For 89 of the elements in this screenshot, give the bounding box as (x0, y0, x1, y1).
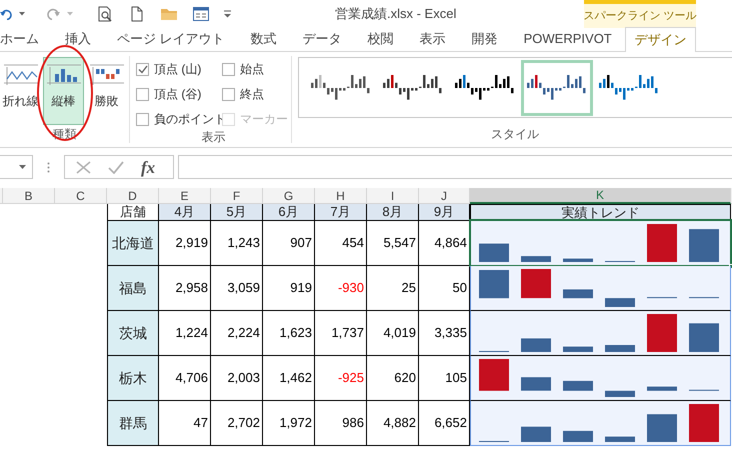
sparkline-thumbnail-drawing (311, 74, 371, 102)
sparkline-thumbnail-drawing (383, 74, 443, 102)
table-cell: 3,059 (211, 266, 263, 311)
table-header-cell: 7月 (315, 204, 367, 221)
checkbox[interactable] (222, 88, 235, 100)
win-loss-icon (90, 62, 124, 86)
redo-icon (44, 8, 60, 20)
table-cell: 2,702 (211, 401, 263, 446)
ribbon-tab[interactable]: ページ レイアウト (104, 27, 238, 51)
form-icon[interactable] (193, 7, 209, 21)
table-cell: 4,019 (367, 311, 419, 356)
sparkline-type-button[interactable]: 縦棒 (43, 57, 84, 125)
ribbon-tab[interactable]: 挿入 (52, 27, 104, 51)
sparkline-style[interactable] (521, 60, 593, 116)
store-cell: 茨城 (107, 311, 159, 356)
table-cell: 919 (263, 266, 315, 311)
sparkline-thumbnail-drawing (599, 74, 659, 102)
ribbon-tab[interactable]: 表示 (406, 27, 459, 51)
group-label: 表示 (202, 129, 226, 146)
sparkline-type-button[interactable]: 勝敗 (86, 57, 127, 125)
table-header-cell: 店舗 (107, 204, 159, 221)
table-cell: -925 (315, 356, 367, 401)
column-header[interactable]: C (55, 188, 107, 204)
table-cell: 986 (315, 401, 367, 446)
checkbox-label: 終点 (240, 86, 264, 103)
table-cell: 2,958 (159, 266, 211, 311)
checkbox[interactable] (136, 112, 149, 126)
window-title: 営業成績.xlsx - Excel (335, 5, 456, 24)
table-header-cell: 5月 (211, 204, 263, 221)
drag-handle-icon[interactable] (47, 162, 50, 172)
table-cell: 620 (367, 356, 419, 401)
undo-icon[interactable] (0, 8, 12, 20)
checkbox-label: 始点 (240, 61, 264, 78)
store-cell: 栃木 (107, 356, 159, 401)
table-cell: 4,706 (159, 356, 211, 401)
checkbox-label: 頂点 (谷) (154, 86, 202, 103)
table-cell: 1,243 (211, 221, 263, 266)
checkbox-label: 頂点 (山) (154, 61, 202, 78)
checkbox[interactable] (136, 62, 149, 76)
table-cell: 1,737 (315, 311, 367, 356)
context-tab-label: スパークライン ツール (584, 0, 696, 28)
table-cell: 907 (263, 221, 315, 266)
ribbon-tab[interactable]: 数式 (238, 27, 290, 51)
store-cell: 福島 (107, 266, 159, 311)
checkbox[interactable] (222, 62, 235, 76)
insert-function-button[interactable]: fx (141, 158, 156, 176)
table-cell: 2,003 (211, 356, 263, 401)
ribbon-tab[interactable]: デザイン (624, 27, 696, 52)
formula-input[interactable] (178, 155, 732, 179)
group-label: スタイル (491, 126, 539, 143)
table-cell: 4,882 (367, 401, 419, 446)
ribbon-tab[interactable]: データ (290, 27, 355, 51)
caret-icon[interactable] (19, 12, 25, 16)
checkbox[interactable] (136, 88, 149, 100)
ribbon-tab[interactable]: 開発 (458, 27, 511, 51)
ribbon-tab[interactable]: 校閲 (354, 27, 407, 51)
table-cell: 5,547 (367, 221, 419, 266)
store-cell: 北海道 (107, 221, 159, 266)
column-header[interactable]: K (470, 188, 731, 204)
table-header-cell: 6月 (263, 204, 315, 221)
dropdown-caret-icon (19, 165, 26, 169)
checkbox-label: マーカー (240, 111, 288, 128)
customize-caret-icon[interactable] (224, 10, 231, 18)
caret-icon (67, 12, 73, 16)
table-cell: 4,864 (419, 221, 470, 266)
table-cell: 1,972 (263, 401, 315, 446)
table-cell: 47 (159, 401, 211, 446)
table-cell: 454 (315, 221, 367, 266)
table-header-cell: 9月 (419, 204, 470, 221)
table-header-cell: 8月 (367, 204, 419, 221)
table-cell: 2,224 (211, 311, 263, 356)
store-cell: 群馬 (107, 401, 159, 446)
table-cell: 1,224 (159, 311, 211, 356)
table-cell: 1,623 (263, 311, 315, 356)
table-cell: 25 (367, 266, 419, 311)
bar-chart-icon (46, 62, 80, 86)
ribbon-tab[interactable]: ホーム (0, 27, 52, 51)
check-icon (138, 64, 148, 74)
line-chart-icon (4, 62, 38, 86)
column-header[interactable]: B (3, 188, 55, 204)
sparkline-thumbnail-drawing (527, 74, 587, 102)
table-header-cell: 4月 (159, 204, 211, 221)
print-preview-icon[interactable] (98, 6, 112, 22)
table-cell: 1,462 (263, 356, 315, 401)
table-cell: 2,919 (159, 221, 211, 266)
sparkline-thumbnail-drawing (455, 74, 515, 102)
ribbon-tab[interactable]: POWERPIVOT (510, 27, 625, 51)
new-document-icon[interactable] (131, 6, 143, 22)
table-cell: -930 (315, 266, 367, 311)
